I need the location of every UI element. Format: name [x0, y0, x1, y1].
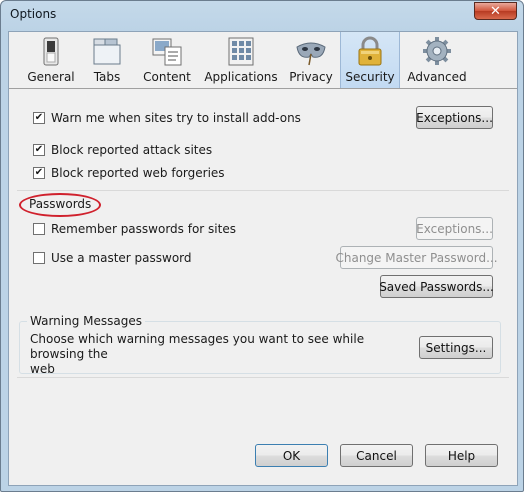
- applications-icon: [228, 37, 254, 66]
- tab-privacy[interactable]: Privacy: [284, 32, 338, 88]
- tab-label: Privacy: [289, 70, 333, 84]
- password-exceptions-button[interactable]: Exceptions...: [416, 217, 493, 240]
- master-password-checkbox[interactable]: [33, 252, 45, 264]
- master-password-label: Use a master password: [51, 251, 192, 265]
- gear-icon: [423, 37, 451, 65]
- mask-icon: [296, 42, 326, 66]
- content-icon: [152, 38, 182, 66]
- panel-divider: [17, 377, 509, 378]
- tab-security[interactable]: Security: [340, 32, 400, 88]
- change-master-password-button[interactable]: Change Master Password...: [335, 246, 498, 269]
- warn-addons-row[interactable]: Warn me when sites try to install add-on…: [33, 111, 301, 125]
- saved-passwords-button[interactable]: Saved Passwords...: [379, 275, 494, 298]
- warn-addons-label: Warn me when sites try to install add-on…: [51, 111, 301, 125]
- warning-messages-heading: Warning Messages: [27, 314, 145, 328]
- options-window: Options ✕ General Tabs Content Applicati…: [0, 0, 524, 492]
- block-forgeries-label: Block reported web forgeries: [51, 166, 225, 180]
- pane-toolbar: General Tabs Content Applications Privac…: [9, 32, 517, 89]
- tab-label: Applications: [204, 70, 278, 84]
- warning-description-line: Choose which warning messages you want t…: [30, 332, 365, 361]
- warning-messages-description: Choose which warning messages you want t…: [30, 332, 410, 377]
- warn-addons-checkbox[interactable]: [33, 112, 45, 124]
- close-icon: ✕: [490, 3, 501, 19]
- section-divider: [17, 190, 509, 191]
- client-area: General Tabs Content Applications Privac…: [8, 31, 518, 486]
- tab-label: General: [27, 70, 75, 84]
- close-button[interactable]: ✕: [474, 2, 517, 20]
- ok-button[interactable]: OK: [255, 444, 328, 467]
- block-forgeries-checkbox[interactable]: [33, 167, 45, 179]
- master-password-row[interactable]: Use a master password: [33, 251, 192, 265]
- tab-general[interactable]: General: [23, 32, 79, 88]
- remember-passwords-checkbox[interactable]: [33, 223, 45, 235]
- tab-applications[interactable]: Applications: [200, 32, 282, 88]
- warning-settings-button[interactable]: Settings...: [419, 336, 493, 359]
- remember-passwords-row[interactable]: Remember passwords for sites: [33, 222, 236, 236]
- padlock-icon: [358, 36, 382, 66]
- tab-advanced[interactable]: Advanced: [404, 32, 470, 88]
- tab-label: Advanced: [407, 70, 467, 84]
- tab-label: Content: [143, 70, 191, 84]
- cancel-button[interactable]: Cancel: [340, 444, 413, 467]
- tabs-icon: [93, 38, 121, 65]
- block-attack-label: Block reported attack sites: [51, 143, 213, 157]
- tab-label: Tabs: [93, 70, 121, 84]
- tab-tabs[interactable]: Tabs: [82, 32, 132, 88]
- block-attack-checkbox[interactable]: [33, 144, 45, 156]
- title-bar[interactable]: Options ✕: [1, 1, 523, 31]
- addons-exceptions-button[interactable]: Exceptions...: [416, 106, 493, 129]
- warning-description-line: web: [30, 362, 55, 376]
- remember-passwords-label: Remember passwords for sites: [51, 222, 236, 236]
- block-forgeries-row[interactable]: Block reported web forgeries: [33, 166, 225, 180]
- block-attack-row[interactable]: Block reported attack sites: [33, 143, 212, 157]
- window-title: Options: [10, 7, 57, 21]
- switch-icon: [43, 37, 59, 66]
- tab-label: Security: [345, 70, 395, 84]
- tab-content[interactable]: Content: [139, 32, 195, 88]
- help-button[interactable]: Help: [425, 444, 498, 467]
- annotation-circle: [19, 193, 101, 217]
